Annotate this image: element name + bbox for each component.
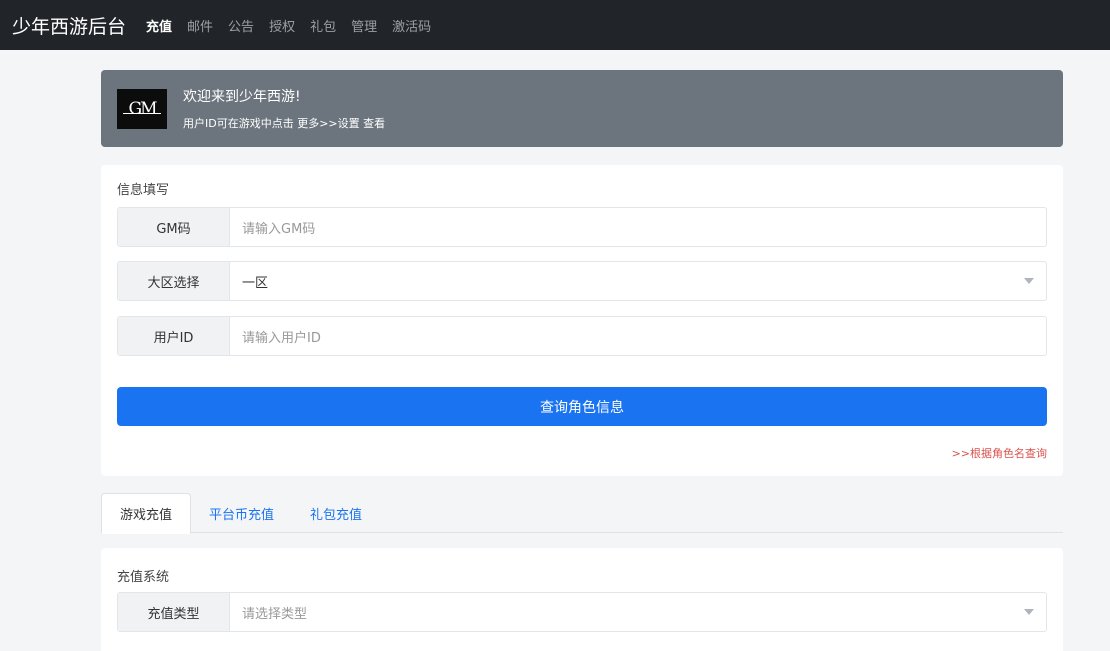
banner-text: 欢迎来到少年西游! 用户ID可在游戏中点击 更多>>设置 查看 bbox=[183, 86, 385, 131]
region-select[interactable]: 一区 bbox=[230, 262, 1046, 300]
chevron-down-icon bbox=[1024, 609, 1034, 615]
recharge-type-group: 充值类型 请选择类型 bbox=[117, 592, 1047, 632]
region-label: 大区选择 bbox=[118, 262, 230, 300]
gm-logo: GM bbox=[117, 88, 167, 129]
gm-code-label: GM码 bbox=[118, 208, 230, 246]
recharge-type-label: 充值类型 bbox=[118, 593, 230, 631]
nav-item-authorization[interactable]: 授权 bbox=[269, 16, 295, 35]
nav-item-gift-pack[interactable]: 礼包 bbox=[310, 16, 336, 35]
recharge-card: 充值系统 充值类型 请选择类型 bbox=[101, 548, 1063, 651]
banner-title: 欢迎来到少年西游! bbox=[183, 89, 301, 105]
user-id-label: 用户ID bbox=[118, 317, 230, 355]
region-group: 大区选择 一区 bbox=[117, 261, 1047, 301]
nav-item-announcement[interactable]: 公告 bbox=[228, 16, 254, 35]
recharge-type-placeholder: 请选择类型 bbox=[242, 606, 308, 622]
info-form-title: 信息填写 bbox=[117, 183, 170, 198]
app-brand[interactable]: 少年西游后台 bbox=[12, 12, 126, 39]
nav-item-manage[interactable]: 管理 bbox=[351, 16, 377, 35]
gm-code-group: GM码 请输入GM码 bbox=[117, 207, 1047, 247]
chevron-down-icon bbox=[1024, 278, 1034, 284]
nav-item-recharge[interactable]: 充值 bbox=[146, 16, 172, 35]
tab-gift-pack-recharge[interactable]: 礼包充值 bbox=[292, 493, 380, 534]
recharge-title: 充值系统 bbox=[117, 570, 170, 585]
banner-subtitle: 用户ID可在游戏中点击 更多>>设置 查看 bbox=[183, 117, 386, 130]
nav-item-activation-code[interactable]: 激活码 bbox=[392, 16, 431, 35]
tab-game-recharge[interactable]: 游戏充值 bbox=[101, 493, 192, 534]
welcome-banner: GM 欢迎来到少年西游! 用户ID可在游戏中点击 更多>>设置 查看 bbox=[101, 70, 1063, 147]
info-form-card: 信息填写 GM码 请输入GM码 大区选择 一区 用户ID 请输入用户ID 查询角… bbox=[101, 165, 1063, 476]
top-navbar: 少年西游后台 充值 邮件 公告 授权 礼包 管理 激活码 bbox=[0, 0, 1110, 50]
user-id-input[interactable]: 请输入用户ID bbox=[230, 317, 1046, 355]
recharge-tabs: 游戏充值 平台币充值 礼包充值 bbox=[101, 493, 1063, 534]
region-select-value: 一区 bbox=[242, 275, 269, 291]
query-role-button[interactable]: 查询角色信息 bbox=[117, 387, 1047, 426]
nav-item-mail[interactable]: 邮件 bbox=[187, 16, 213, 35]
query-by-name-link[interactable]: >>根据角色名查询 bbox=[952, 445, 1047, 461]
user-id-group: 用户ID 请输入用户ID bbox=[117, 316, 1047, 356]
tab-platform-coin-recharge[interactable]: 平台币充值 bbox=[191, 493, 292, 534]
recharge-type-select[interactable]: 请选择类型 bbox=[230, 593, 1046, 631]
gm-code-input[interactable]: 请输入GM码 bbox=[230, 208, 1046, 246]
